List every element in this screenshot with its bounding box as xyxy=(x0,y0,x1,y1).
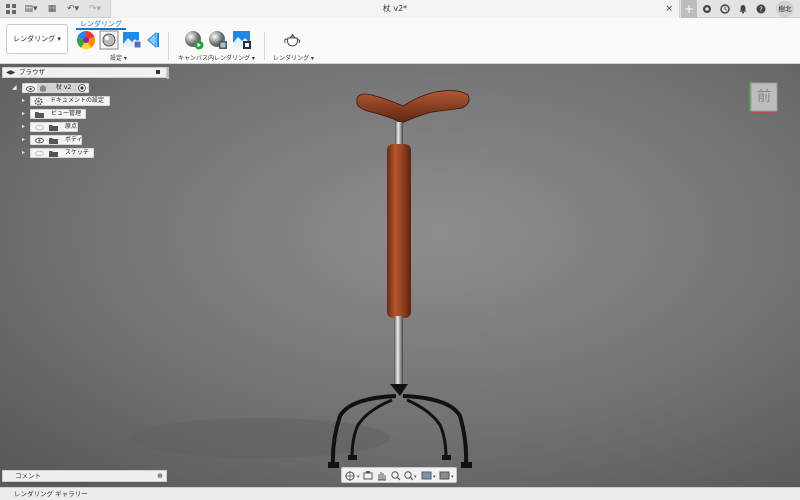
expand-arrow-icon[interactable]: ▸ xyxy=(22,109,25,119)
navigation-toolbar: ▾ ▾ ▾ ▾ xyxy=(341,467,457,483)
view-cube[interactable]: 前 xyxy=(748,80,780,114)
cane-lower-shaft[interactable] xyxy=(394,316,403,384)
user-avatar[interactable]: 樹北 xyxy=(776,1,794,17)
toolbar-divider xyxy=(168,32,169,60)
orbit-icon[interactable] xyxy=(345,471,355,481)
appearance-icon[interactable] xyxy=(76,30,96,50)
tab-rendering[interactable]: レンダリング xyxy=(76,18,126,30)
browser-title: ブラウザ xyxy=(19,68,45,76)
in-canvas-group-label[interactable]: キャンバス内レンダリング ▾ xyxy=(178,53,255,62)
texture-map-icon[interactable] xyxy=(122,30,142,50)
fit-zoom-icon[interactable] xyxy=(404,471,414,481)
add-comment-button[interactable]: ⊕ xyxy=(157,471,163,481)
comments-panel-header[interactable]: コメント ⊕ xyxy=(2,470,167,482)
setup-group-label[interactable]: 設定 ▾ xyxy=(110,53,127,62)
folder-icon xyxy=(49,125,58,131)
browser-item-label: ビュー管理 xyxy=(51,110,82,117)
ribbon-toolbar: レンダリング ▾ レンダリング 設定 ▾ キャンバス内レンダリング ▾ レンダリ… xyxy=(0,18,800,64)
in-canvas-render-settings-icon[interactable] xyxy=(208,30,228,50)
pan-hand-icon[interactable] xyxy=(378,472,386,481)
zoom-icon[interactable] xyxy=(391,471,401,481)
file-menu-button[interactable]: ▤▾ xyxy=(22,0,40,18)
browser-item-label: 杖 v2 xyxy=(56,84,72,91)
expand-arrow-icon[interactable]: ▸ xyxy=(22,135,25,145)
expand-arrow-icon[interactable]: ▸ xyxy=(22,122,25,132)
cane-foot xyxy=(348,455,357,460)
look-at-icon[interactable] xyxy=(363,471,373,480)
panel-pin-icon[interactable] xyxy=(156,70,160,74)
cane-foot xyxy=(461,462,472,468)
redo-button[interactable]: ↷▾ xyxy=(86,0,104,18)
extensions-icon[interactable] xyxy=(700,0,714,18)
activate-radio-icon[interactable] xyxy=(78,84,86,92)
help-icon[interactable]: ? xyxy=(754,0,768,18)
title-bar: ▤▾ ▦ ↶▾ ↷▾ 杖 v2* × + ? 樹北 xyxy=(0,0,800,18)
canvas-viewport[interactable] xyxy=(0,64,800,487)
render-group-label[interactable]: レンダリング ▾ xyxy=(273,53,314,62)
gallery-label: レンダリング ギャラリー xyxy=(14,490,88,498)
view-cube-face-front[interactable]: 前 xyxy=(751,86,777,106)
panel-resize-handle[interactable] xyxy=(167,67,169,79)
in-canvas-render-icon[interactable] xyxy=(184,30,204,50)
browser-item-label: スケッチ xyxy=(65,149,90,156)
folder-icon xyxy=(49,138,58,144)
document-tab[interactable]: 杖 v2* × xyxy=(110,0,680,18)
svg-text:▾: ▾ xyxy=(433,474,436,480)
save-button[interactable]: ▦ xyxy=(46,0,58,18)
visibility-eye-icon[interactable] xyxy=(35,137,44,144)
render-teapot-icon[interactable] xyxy=(282,30,304,50)
component-icon xyxy=(40,85,46,92)
hidden-eye-icon[interactable] xyxy=(35,150,44,157)
browser-item-sketches[interactable]: スケッチ xyxy=(30,148,94,158)
browser-item-document-settings[interactable]: ドキュメントの設定 xyxy=(30,96,110,106)
browser-item-label: ボディ xyxy=(65,136,83,143)
svg-text:▾: ▾ xyxy=(357,474,360,480)
job-status-icon[interactable] xyxy=(718,0,732,18)
browser-item-named-views[interactable]: ビュー管理 xyxy=(30,109,86,119)
cane-upper-shaft[interactable] xyxy=(395,122,403,146)
expand-arrow-icon[interactable]: ▸ xyxy=(22,148,25,158)
new-tab-button[interactable]: + xyxy=(681,0,697,18)
browser-item-origin[interactable]: 原点 xyxy=(30,122,78,132)
expand-arrow-icon[interactable]: ▸ xyxy=(22,96,25,106)
hidden-eye-icon[interactable] xyxy=(35,124,44,131)
svg-text:▾: ▾ xyxy=(451,474,454,480)
document-title: 杖 v2* xyxy=(382,4,408,13)
browser-item-bodies[interactable]: ボディ xyxy=(30,135,83,145)
cane-grip[interactable] xyxy=(387,144,411,318)
display-settings-icon[interactable] xyxy=(421,471,432,480)
scene-settings-icon[interactable] xyxy=(99,30,119,50)
rendering-gallery-bar[interactable]: レンダリング ギャラリー xyxy=(0,487,800,500)
folder-icon xyxy=(49,151,58,157)
cane-foot xyxy=(328,462,339,468)
comments-label: コメント xyxy=(15,472,41,480)
capture-image-icon[interactable] xyxy=(232,30,252,50)
browser-item-label: ドキュメントの設定 xyxy=(50,97,105,104)
close-tab-button[interactable]: × xyxy=(665,0,673,18)
collapse-panel-icon[interactable]: ◀▶ xyxy=(6,68,15,77)
workspace-switcher[interactable]: レンダリング ▾ xyxy=(6,24,68,54)
decal-icon[interactable] xyxy=(146,30,160,50)
visibility-eye-icon[interactable] xyxy=(26,85,35,93)
toolbar-divider xyxy=(264,32,265,60)
gear-icon xyxy=(34,97,43,106)
expand-arrow-icon[interactable]: ◢ xyxy=(12,83,17,93)
folder-icon xyxy=(35,112,44,118)
svg-text:▾: ▾ xyxy=(414,474,417,480)
app-menu-icon[interactable] xyxy=(4,0,18,18)
browser-panel-header[interactable]: ◀▶ ブラウザ xyxy=(2,67,167,78)
browser-item-root[interactable]: 杖 v2 xyxy=(22,83,89,93)
grid-settings-icon[interactable] xyxy=(439,471,450,480)
cane-foot xyxy=(442,455,451,460)
undo-button[interactable]: ↶▾ xyxy=(64,0,82,18)
notifications-bell-icon[interactable] xyxy=(736,0,750,18)
browser-item-label: 原点 xyxy=(65,123,78,130)
svg-text:?: ? xyxy=(759,6,763,14)
